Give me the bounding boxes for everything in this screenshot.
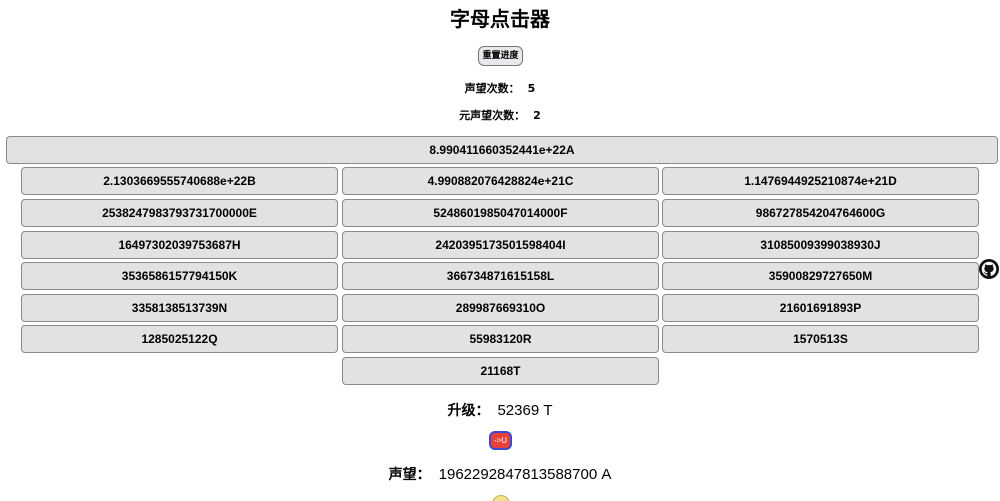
letter-button-n[interactable]: 3358138513739N: [21, 294, 338, 322]
letter-button-o[interactable]: 289987669310O: [342, 294, 659, 322]
letter-button-s[interactable]: 1570513S: [662, 325, 979, 353]
letter-button-d[interactable]: 1.1476944925210874e+21D: [662, 167, 979, 195]
letter-button-l[interactable]: 366734871615158L: [342, 262, 659, 290]
github-icon[interactable]: [979, 259, 999, 279]
prestige-count: 声望次数： 5: [0, 81, 1000, 97]
letter-button-c[interactable]: 4.990882076428824e+21C: [342, 167, 659, 195]
prestige-display: 声望： 1962292847813588700 A: [0, 465, 1000, 485]
letter-button-m[interactable]: 35900829727650M: [662, 262, 979, 290]
meta-prestige-count-value: 2: [533, 109, 541, 122]
letter-button-q[interactable]: 1285025122Q: [21, 325, 338, 353]
letter-button-a[interactable]: 8.990411660352441e+22A: [6, 136, 998, 164]
prestige-count-value: 5: [527, 82, 536, 95]
reset-progress-button[interactable]: 重置进度: [478, 46, 523, 66]
letter-button-b[interactable]: 2.1303669555740688e+22B: [21, 167, 338, 195]
letter-button-k[interactable]: 3536586157794150K: [21, 262, 338, 290]
meta-prestige-count: 元声望次数： 2: [0, 108, 1000, 124]
upgrade-display: 升级： 52369 T: [0, 401, 1000, 421]
letter-button-e[interactable]: 2538247983793731700000E: [21, 199, 338, 227]
letter-clicker-page: 字母点击器 重置进度 声望次数： 5 元声望次数： 2 8.990411660352…: [0, 0, 1000, 501]
page-title: 字母点击器: [450, 9, 550, 31]
letter-button-j[interactable]: 31085009399038930J: [662, 231, 979, 259]
upgrade-value: 52369 T: [497, 402, 553, 419]
prestige-label: 声望：: [388, 467, 431, 483]
letter-button-p[interactable]: 21601691893P: [662, 294, 979, 322]
upgrade-to-u-button[interactable]: ->U: [489, 431, 512, 450]
letter-button-t[interactable]: 21168T: [342, 357, 659, 385]
prestige-button[interactable]: [492, 495, 510, 501]
letter-button-f[interactable]: 5248601985047014000F: [342, 199, 659, 227]
letter-button-g[interactable]: 986727854204764600G: [662, 199, 979, 227]
upgrade-label: 升级：: [447, 403, 490, 419]
letter-button-i[interactable]: 2420395173501598404I: [342, 231, 659, 259]
prestige-value: 1962292847813588700 A: [438, 466, 612, 483]
meta-prestige-count-label: 元声望次数：: [459, 109, 526, 122]
letter-button-h[interactable]: 16497302039753687H: [21, 231, 338, 259]
letter-button-r[interactable]: 55983120R: [342, 325, 659, 353]
prestige-count-label: 声望次数：: [464, 82, 520, 95]
